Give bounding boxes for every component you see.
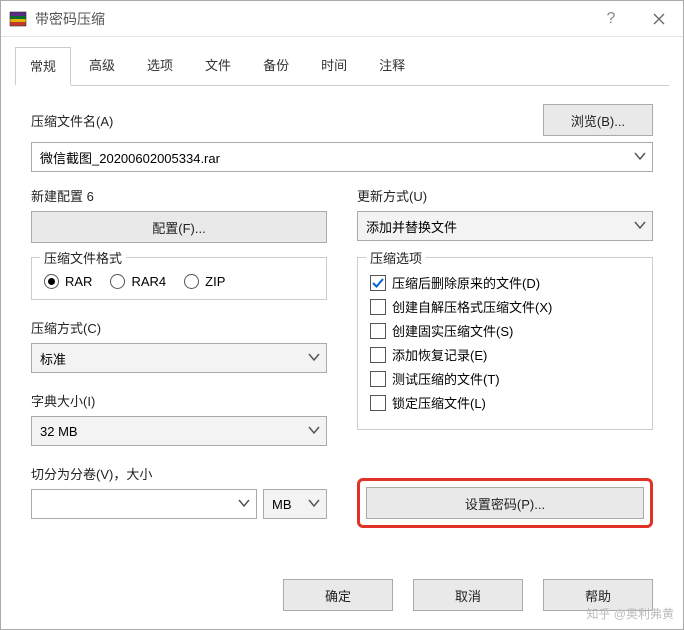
archive-name-input[interactable]: 微信截图_20200602005334.rar [31,142,653,172]
radio-dot-icon [184,274,199,289]
tab-time[interactable]: 时间 [307,47,361,86]
tab-general[interactable]: 常规 [15,47,71,86]
close-button[interactable] [635,1,683,36]
method-select[interactable]: 标准 [31,343,327,373]
tab-backup[interactable]: 备份 [249,47,303,86]
checkbox-label: 测试压缩的文件(T) [392,369,500,388]
button-label: 帮助 [585,586,611,605]
dict-select[interactable]: 32 MB [31,416,327,446]
select-value: 添加并替换文件 [366,217,457,236]
tab-strip: 常规 高级 选项 文件 备份 时间 注释 [1,37,683,86]
browse-button[interactable]: 浏览(B)... [543,104,653,136]
checkbox-label: 锁定压缩文件(L) [392,393,486,412]
ok-button[interactable]: 确定 [283,579,393,611]
option-solid[interactable]: 创建固实压缩文件(S) [370,321,640,340]
archive-name-label: 压缩文件名(A) [31,111,113,130]
titlebar: 带密码压缩 ? [1,1,683,37]
winrar-icon [9,10,27,28]
options-legend: 压缩选项 [366,248,426,267]
checkbox-label: 压缩后删除原来的文件(D) [392,273,540,292]
button-label: 浏览(B)... [571,111,625,130]
button-label: 取消 [455,586,481,605]
input-value: 微信截图_20200602005334.rar [40,148,220,167]
option-test[interactable]: 测试压缩的文件(T) [370,369,640,388]
tab-options[interactable]: 选项 [133,47,187,86]
radio-label: RAR [65,274,92,289]
radio-dot-icon [44,274,59,289]
format-radio-rar[interactable]: RAR [44,274,92,289]
profile-button[interactable]: 配置(F)... [31,211,327,243]
tab-label: 备份 [263,58,289,73]
checkbox-label: 创建自解压格式压缩文件(X) [392,297,552,316]
tab-label: 高级 [89,58,115,73]
option-sfx[interactable]: 创建自解压格式压缩文件(X) [370,297,640,316]
tab-pane-general: 压缩文件名(A) 浏览(B)... 微信截图_20200602005334.ra… [1,86,683,567]
checkbox-icon [370,395,386,411]
profile-label: 新建配置 6 [31,186,327,205]
checkbox-label: 创建固实压缩文件(S) [392,321,513,340]
format-radio-zip[interactable]: ZIP [184,274,225,289]
tab-label: 时间 [321,58,347,73]
tab-files[interactable]: 文件 [191,47,245,86]
split-label: 切分为分卷(V)，大小 [31,464,327,483]
set-password-button[interactable]: 设置密码(P)... [366,487,644,519]
split-unit-select[interactable]: MB [263,489,327,519]
tab-comment[interactable]: 注释 [365,47,419,86]
tab-advanced[interactable]: 高级 [75,47,129,86]
dict-label: 字典大小(I) [31,391,327,410]
help-button[interactable]: ? [587,1,635,36]
select-value: 32 MB [40,424,78,439]
cancel-button[interactable]: 取消 [413,579,523,611]
button-label: 确定 [325,586,351,605]
button-label: 配置(F)... [152,218,205,237]
select-value: 标准 [40,349,66,368]
checkbox-icon [370,347,386,363]
update-mode-label: 更新方式(U) [357,186,653,205]
select-value: MB [272,497,292,512]
highlight-frame: 设置密码(P)... [357,478,653,528]
option-recovery[interactable]: 添加恢复记录(E) [370,345,640,364]
button-label: 设置密码(P)... [465,494,545,513]
checkbox-icon [370,323,386,339]
footer-help-button[interactable]: 帮助 [543,579,653,611]
radio-label: RAR4 [131,274,166,289]
radio-label: ZIP [205,274,225,289]
checkbox-icon [370,371,386,387]
tab-label: 文件 [205,58,231,73]
tab-label: 常规 [30,59,56,74]
split-size-input[interactable] [31,489,257,519]
checkbox-icon [370,299,386,315]
update-mode-select[interactable]: 添加并替换文件 [357,211,653,241]
method-label: 压缩方式(C) [31,318,327,337]
checkbox-label: 添加恢复记录(E) [392,345,487,364]
tab-label: 注释 [379,58,405,73]
radio-dot-icon [110,274,125,289]
tab-label: 选项 [147,58,173,73]
option-lock[interactable]: 锁定压缩文件(L) [370,393,640,412]
format-legend: 压缩文件格式 [40,248,126,267]
window-title: 带密码压缩 [35,9,587,29]
option-delete-after[interactable]: 压缩后删除原来的文件(D) [370,273,640,292]
checkbox-icon [370,275,386,291]
format-radio-rar4[interactable]: RAR4 [110,274,166,289]
dialog-footer: 确定 取消 帮助 [1,567,683,629]
